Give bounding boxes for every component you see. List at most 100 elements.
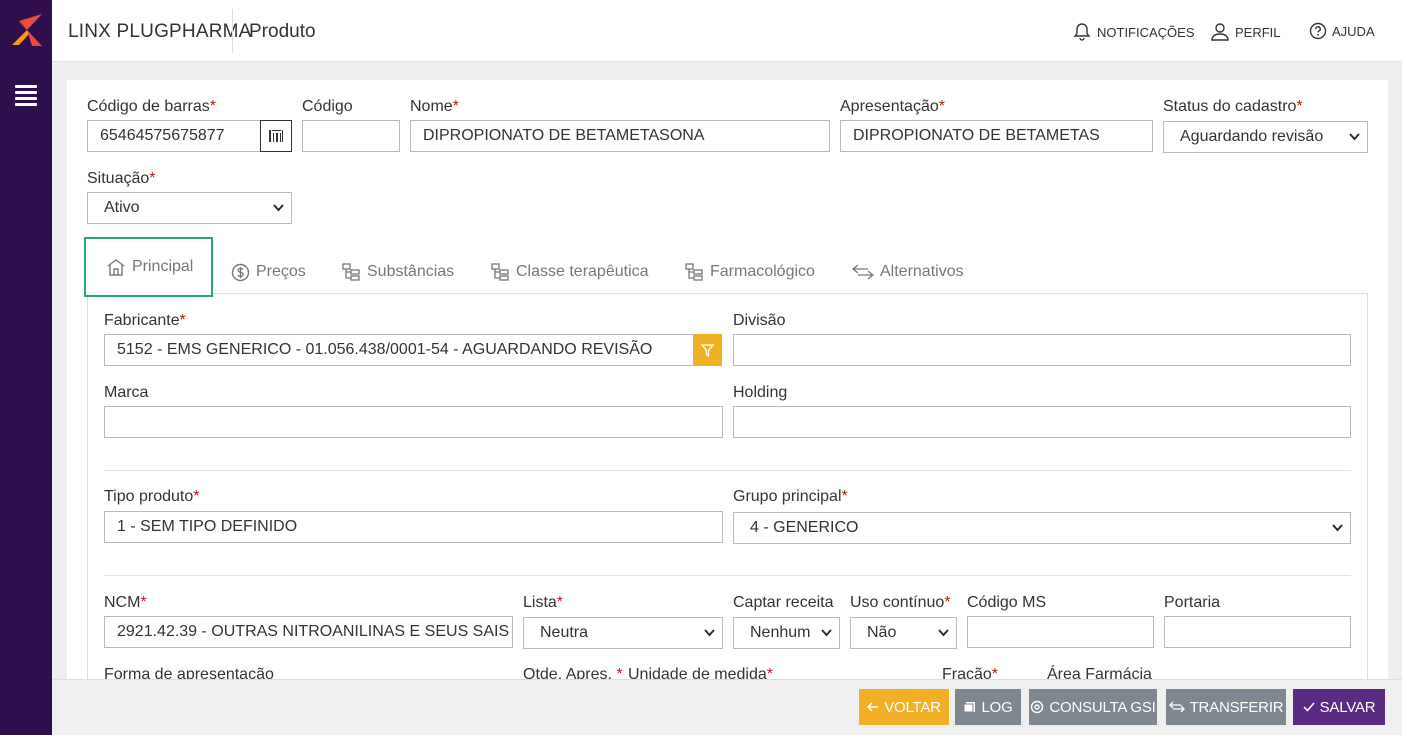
- section-divider: [104, 575, 1351, 576]
- grupo-principal-value: 4 - GENERICO: [750, 519, 859, 536]
- ncm-input[interactable]: 2921.42.39 - OUTRAS NITROANILINAS E SEUS…: [104, 616, 513, 648]
- marca-label: Marca: [104, 384, 149, 401]
- holding-input[interactable]: [733, 406, 1351, 438]
- tab-substancias-label: Substâncias: [367, 263, 455, 280]
- notifications-label: NOTIFICAÇÕES: [1097, 24, 1195, 40]
- arrow-left-icon: [867, 702, 879, 712]
- tab-substancias[interactable]: Substâncias: [342, 248, 454, 296]
- app-brand: LINX PLUGPHARMA: [68, 21, 252, 42]
- home-icon: [107, 259, 125, 276]
- chevron-down-icon: [1349, 133, 1360, 141]
- lista-label: Lista*: [523, 594, 564, 611]
- transferir-label: TRANSFERIR: [1189, 698, 1284, 716]
- tab-precos-label: Preços: [256, 263, 306, 280]
- grupo-principal-label: Grupo principal*: [733, 488, 848, 505]
- divisao-label: Divisão: [733, 312, 786, 329]
- grupo-principal-select[interactable]: 4 - GENERICO: [733, 512, 1351, 544]
- tab-precos[interactable]: Preços: [231, 248, 306, 296]
- situacao-select[interactable]: Ativo: [87, 192, 292, 224]
- situacao-value: Ativo: [104, 199, 140, 216]
- uso-continuo-select[interactable]: Não: [850, 617, 957, 649]
- swap-icon: [1168, 701, 1185, 713]
- portaria-label: Portaria: [1164, 594, 1221, 611]
- codigo-ms-input[interactable]: [967, 616, 1154, 648]
- fabricante-label: Fabricante*: [104, 312, 186, 329]
- voltar-label: VOLTAR: [884, 698, 941, 716]
- apresentacao-label: Apresentação*: [840, 98, 945, 115]
- top-header: LINX PLUGPHARMA Produto NOTIFICAÇÕES PER…: [52, 0, 1402, 62]
- lista-value: Neutra: [540, 624, 589, 641]
- qtde-apres-label: Qtde. Apres. *: [523, 666, 623, 680]
- codigo-input[interactable]: [302, 120, 400, 152]
- filter-icon: [701, 343, 714, 357]
- salvar-label: SALVAR: [1319, 698, 1376, 716]
- transferir-button[interactable]: TRANSFERIR: [1166, 689, 1286, 725]
- chevron-down-icon: [821, 629, 832, 637]
- tipo-produto-input[interactable]: 1 - SEM TIPO DEFINIDO: [104, 511, 723, 543]
- lista-select[interactable]: Neutra: [523, 617, 723, 649]
- codigo-barras-label: Código de barras*: [87, 98, 216, 115]
- uso-continuo-label: Uso contínuo*: [850, 594, 951, 611]
- chevron-down-icon: [938, 629, 949, 637]
- log-icon: [963, 702, 976, 713]
- chevron-down-icon: [1332, 524, 1343, 532]
- check-icon: [1303, 702, 1315, 712]
- barcode-icon: [269, 130, 283, 142]
- tab-principal[interactable]: Principal: [84, 237, 214, 297]
- page-title: Produto: [249, 21, 316, 42]
- captar-receita-select[interactable]: Nenhum: [733, 617, 840, 649]
- action-footer: VOLTAR LOG CONSULTA GSI TRANSFERIR SALVA…: [52, 679, 1402, 735]
- barcode-scan-button[interactable]: [260, 120, 292, 152]
- nome-label: Nome*: [410, 98, 459, 115]
- tab-farmacologico[interactable]: Farmacológico: [685, 248, 815, 296]
- unidade-medida-label: Unidade de medida*: [628, 666, 773, 680]
- swap-icon: [852, 264, 874, 280]
- fabricante-input[interactable]: 5152 - EMS GENERICO - 01.056.438/0001-54…: [104, 334, 694, 366]
- holding-label: Holding: [733, 384, 788, 401]
- salvar-button[interactable]: SALVAR: [1293, 689, 1385, 725]
- notifications-button[interactable]: NOTIFICAÇÕES: [1072, 22, 1195, 42]
- status-cadastro-value: Aguardando revisão: [1180, 128, 1324, 145]
- profile-label: PERFIL: [1235, 24, 1281, 40]
- sidebar: [0, 0, 52, 735]
- uso-continuo-value: Não: [867, 624, 897, 641]
- marca-input[interactable]: [104, 406, 723, 438]
- tab-alternativos-label: Alternativos: [880, 263, 964, 280]
- area-farmacia-label: Área Farmácia: [1047, 666, 1152, 680]
- forma-apresentacao-label: Forma de apresentação: [104, 666, 274, 680]
- help-icon: [1309, 22, 1327, 40]
- help-label: AJUDA: [1332, 23, 1375, 39]
- status-cadastro-select[interactable]: Aguardando revisão: [1163, 121, 1368, 153]
- product-form-panel: Código de barras* 65464575675877 Código …: [67, 80, 1388, 680]
- linx-logo-icon: [10, 12, 44, 48]
- menu-icon[interactable]: [15, 85, 37, 107]
- help-button[interactable]: AJUDA: [1309, 22, 1375, 40]
- profile-button[interactable]: PERFIL: [1210, 22, 1281, 42]
- status-cadastro-label: Status do cadastro*: [1163, 98, 1303, 115]
- nome-input[interactable]: DIPROPIONATO DE BETAMETASONA: [410, 120, 830, 152]
- portaria-input[interactable]: [1164, 616, 1351, 648]
- header-divider: [232, 9, 233, 53]
- codigo-barras-input[interactable]: 65464575675877: [87, 120, 261, 152]
- divisao-input[interactable]: [733, 334, 1351, 366]
- tipo-produto-label: Tipo produto*: [104, 488, 200, 505]
- hierarchy-icon: [685, 263, 703, 281]
- tab-classe-terapeutica-label: Classe terapêutica: [516, 263, 649, 280]
- voltar-button[interactable]: VOLTAR: [859, 689, 949, 725]
- codigo-ms-label: Código MS: [967, 594, 1047, 611]
- log-button[interactable]: LOG: [955, 689, 1021, 725]
- tab-farmacologico-label: Farmacológico: [710, 263, 815, 280]
- sync-icon: [1031, 700, 1044, 714]
- tab-classe-terapeutica[interactable]: Classe terapêutica: [491, 248, 649, 296]
- chevron-down-icon: [273, 204, 284, 212]
- user-icon: [1211, 23, 1229, 41]
- chevron-down-icon: [704, 629, 715, 637]
- situacao-label: Situação*: [87, 170, 156, 187]
- consulta-gsi-button[interactable]: CONSULTA GSI: [1029, 689, 1157, 725]
- apresentacao-input[interactable]: DIPROPIONATO DE BETAMETAS: [840, 120, 1153, 152]
- tab-alternativos[interactable]: Alternativos: [852, 248, 964, 296]
- section-divider: [104, 470, 1351, 471]
- consulta-gsi-label: CONSULTA GSI: [1049, 698, 1156, 716]
- ncm-label: NCM*: [104, 594, 147, 611]
- fabricante-filter-button[interactable]: [693, 334, 722, 366]
